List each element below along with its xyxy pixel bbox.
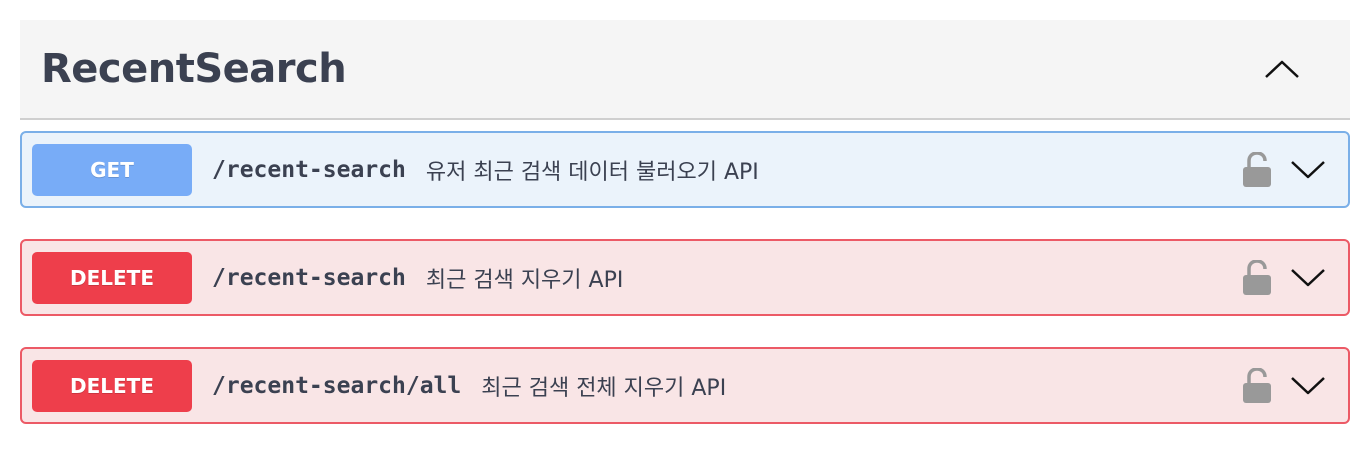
tag-section-header[interactable]: RecentSearch <box>20 20 1350 120</box>
expand-operation-button[interactable] <box>1288 366 1328 406</box>
chevron-down-icon <box>1291 268 1325 286</box>
expand-operation-button[interactable] <box>1288 150 1328 190</box>
chevron-down-icon <box>1291 160 1325 178</box>
operation-path[interactable]: /recent-search <box>212 265 406 291</box>
operation-delete-recent-search[interactable]: DELETE /recent-search 최근 검색 지우기 API <box>20 239 1350 316</box>
unlocked-padlock-icon <box>1243 151 1271 187</box>
chevron-up-icon <box>1265 60 1299 78</box>
operation-get-recent-search[interactable]: GET /recent-search 유저 최근 검색 데이터 불러오기 API <box>20 131 1350 208</box>
expand-operation-button[interactable] <box>1288 258 1328 298</box>
operation-delete-recent-search-all[interactable]: DELETE /recent-search/all 최근 검색 전체 지우기 A… <box>20 347 1350 424</box>
unlocked-padlock-icon <box>1243 367 1271 403</box>
operation-summary: 최근 검색 전체 지우기 API <box>481 375 727 401</box>
authorize-lock-button[interactable] <box>1240 150 1274 190</box>
authorize-lock-button[interactable] <box>1240 258 1274 298</box>
chevron-down-icon <box>1291 376 1325 394</box>
authorize-lock-button[interactable] <box>1240 366 1274 406</box>
method-badge-delete: DELETE <box>32 251 192 304</box>
operation-path[interactable]: /recent-search/all <box>212 373 461 399</box>
operation-summary: 유저 최근 검색 데이터 불러오기 API <box>425 159 759 185</box>
collapse-section-button[interactable] <box>1258 45 1306 93</box>
method-badge-delete: DELETE <box>32 359 192 412</box>
unlocked-padlock-icon <box>1243 259 1271 295</box>
operation-summary: 최근 검색 지우기 API <box>425 267 624 293</box>
method-badge-get: GET <box>32 143 192 196</box>
tag-section-title[interactable]: RecentSearch <box>41 46 347 92</box>
tag-section-recentsearch: RecentSearch <box>20 20 1350 120</box>
operation-path[interactable]: /recent-search <box>212 157 406 183</box>
